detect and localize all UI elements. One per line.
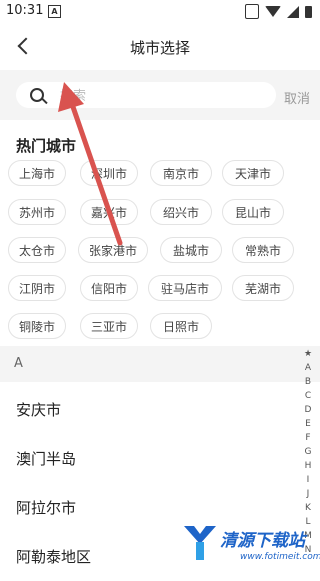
page-title: 城市选择: [129, 39, 190, 57]
cancel-button[interactable]: 取消: [284, 88, 310, 107]
index-letter[interactable]: A: [305, 361, 311, 375]
vibrate-icon: [245, 4, 259, 19]
search-bar: 取消: [0, 70, 320, 120]
city-name: 澳门半岛: [16, 450, 77, 468]
search-input[interactable]: [58, 86, 262, 106]
hot-city-chip[interactable]: 深圳市: [80, 160, 138, 186]
watermark-name: 清源下载站: [220, 531, 305, 551]
hot-city-chip[interactable]: 盐城市: [160, 237, 222, 263]
index-letter[interactable]: D: [305, 403, 312, 417]
status-icons: [245, 4, 312, 19]
hot-city-chip[interactable]: 绍兴市: [150, 199, 212, 225]
hot-city-chip[interactable]: 常熟市: [232, 237, 294, 263]
index-letter[interactable]: H: [305, 459, 312, 473]
hot-city-chip[interactable]: 南京市: [150, 160, 212, 186]
battery-icon: [305, 5, 312, 18]
wifi-icon: [265, 6, 281, 17]
city-list-item[interactable]: 澳门半岛: [0, 433, 290, 483]
hot-city-chip[interactable]: 嘉兴市: [80, 199, 138, 225]
search-box[interactable]: [16, 82, 276, 108]
city-name: 阿拉尔市: [16, 499, 77, 517]
notification-icon: A: [48, 5, 61, 18]
index-letter[interactable]: C: [305, 389, 311, 403]
city-list-item[interactable]: 安庆市: [0, 384, 290, 434]
section-letter: A: [14, 356, 23, 371]
search-icon: [30, 88, 44, 102]
hot-city-chip[interactable]: 上海市: [8, 160, 66, 186]
city-name: 安庆市: [16, 401, 62, 419]
hot-cities-title: 热门城市: [16, 137, 77, 155]
status-bar: 10:31 A: [0, 0, 320, 24]
index-letter[interactable]: B: [305, 375, 311, 389]
hot-city-chip[interactable]: 昆山市: [222, 199, 284, 225]
hot-city-chip[interactable]: 驻马店市: [148, 275, 222, 301]
hot-city-chip[interactable]: 张家港市: [78, 237, 148, 263]
app-header: 城市选择: [0, 24, 320, 70]
watermark-url: www.fotimeit.com: [240, 552, 320, 562]
watermark-logo-icon: [184, 526, 216, 560]
section-header: A: [0, 346, 320, 382]
index-letter[interactable]: ★: [304, 347, 312, 361]
hot-city-chip[interactable]: 江阴市: [8, 275, 66, 301]
index-letter[interactable]: J: [307, 487, 310, 501]
index-letter[interactable]: F: [305, 431, 310, 445]
hot-city-chip[interactable]: 太仓市: [8, 237, 66, 263]
hot-city-chip[interactable]: 三亚市: [80, 313, 138, 339]
index-letter[interactable]: E: [305, 417, 311, 431]
index-letter[interactable]: K: [305, 501, 311, 515]
status-time: 10:31: [6, 3, 44, 18]
hot-city-chip[interactable]: 铜陵市: [8, 313, 66, 339]
index-letter[interactable]: G: [305, 445, 312, 459]
city-name: 阿勒泰地区: [16, 548, 92, 566]
hot-city-chip[interactable]: 芜湖市: [232, 275, 294, 301]
hot-city-chip[interactable]: 日照市: [150, 313, 212, 339]
watermark: 清源下载站 www.fotimeit.com: [182, 522, 320, 568]
index-letter[interactable]: I: [307, 473, 310, 487]
hot-city-chip[interactable]: 苏州市: [8, 199, 66, 225]
signal-icon: [287, 5, 299, 18]
hot-city-chip[interactable]: 天津市: [222, 160, 284, 186]
hot-city-chip[interactable]: 信阳市: [80, 275, 138, 301]
